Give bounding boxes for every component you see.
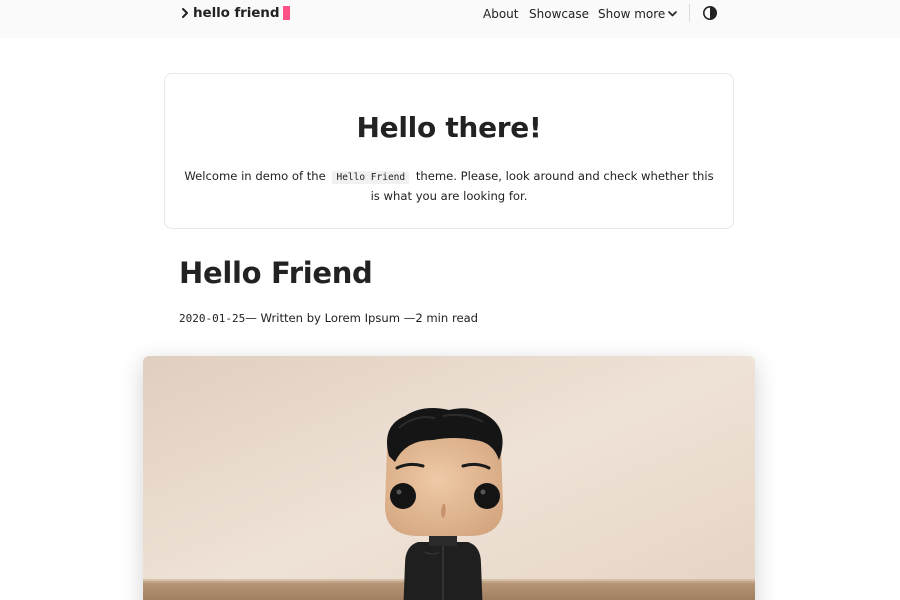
post-author: — Written by Lorem Ipsum —: [245, 311, 416, 325]
nav-divider: [689, 4, 690, 22]
site-logo[interactable]: hello friend: [180, 5, 291, 21]
nav-about[interactable]: About: [483, 5, 518, 23]
intro-text-before: Welcome in demo of the: [184, 169, 326, 183]
post-cover-image: [143, 356, 755, 600]
post-read-time: 2 min read: [415, 311, 479, 325]
nav-showcase[interactable]: Showcase: [529, 5, 589, 23]
theme-name-code: Hello Friend: [332, 171, 410, 184]
nav-show-more-label: Show more: [598, 7, 666, 21]
nav-show-more[interactable]: Show more: [598, 5, 678, 23]
intro-card: Hello there! Welcome in demo of the Hell…: [164, 73, 734, 229]
post-meta: 2020-01-25 — Written by Lorem Ipsum — 2 …: [179, 311, 478, 325]
post-title[interactable]: Hello Friend: [179, 256, 373, 290]
chevron-down-icon: [668, 11, 678, 17]
chevron-right-icon: [182, 8, 188, 18]
post-date: 2020-01-25: [179, 311, 246, 325]
intro-title: Hello there!: [356, 111, 542, 144]
logo-text: hello friend: [193, 5, 280, 21]
half-circle-icon[interactable]: [702, 5, 718, 21]
logo-cursor: [283, 6, 291, 20]
intro-text: Welcome in demo of the Hello Friend them…: [181, 167, 717, 205]
site-header: hello friend About Showcase Show more: [0, 0, 900, 38]
intro-text-after: theme. Please, look around and check whe…: [370, 169, 714, 203]
figurine-photo: [143, 356, 755, 600]
